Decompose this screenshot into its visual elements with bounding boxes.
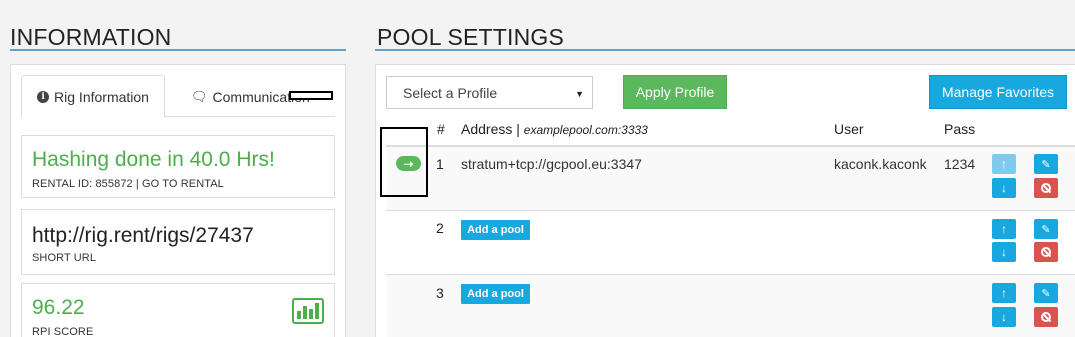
arrow-up-icon: ↑ xyxy=(1001,286,1007,300)
page-root: INFORMATION i Rig Information 🗨 Communic… xyxy=(0,0,1075,337)
pool-address: stratum+tcp://gcpool.eu:3347 xyxy=(461,156,642,172)
chat-bubble-icon: 🗨 xyxy=(191,88,208,104)
redaction-box xyxy=(289,91,333,100)
pool-pass: 1234 xyxy=(944,156,976,172)
tab-rig-information[interactable]: i Rig Information xyxy=(21,75,165,118)
manage-favorites-button[interactable]: Manage Favorites xyxy=(929,75,1067,109)
information-tabs: i Rig Information 🗨 Communication xyxy=(21,75,335,118)
edit-pool-button[interactable]: ✎ xyxy=(1034,154,1058,174)
ban-icon xyxy=(1041,247,1051,257)
highlight-box xyxy=(380,127,428,197)
row-divider xyxy=(386,210,1075,211)
edit-pool-button[interactable]: ✎ xyxy=(1034,283,1058,303)
column-header-address: Address | examplepool.com:3333 xyxy=(461,121,648,137)
arrow-up-icon: ↑ xyxy=(1001,157,1007,171)
column-header-pass: Pass xyxy=(944,121,976,137)
short-url-value[interactable]: http://rig.rent/rigs/27437 xyxy=(32,224,254,248)
short-url-label: SHORT URL xyxy=(32,252,97,264)
move-down-button[interactable]: ↓ xyxy=(992,242,1016,262)
pool-row-number: 3 xyxy=(436,285,444,301)
arrow-down-icon: ↓ xyxy=(1001,245,1007,259)
move-up-button[interactable]: ↑ xyxy=(992,219,1016,239)
information-panel: i Rig Information 🗨 Communication Hashin… xyxy=(10,64,346,337)
ban-icon xyxy=(1041,183,1051,193)
edit-icon: ✎ xyxy=(1041,158,1051,171)
bar-chart-icon xyxy=(292,298,324,324)
pool-row-number: 1 xyxy=(436,156,444,172)
information-title-underline xyxy=(10,49,346,51)
address-header-label: Address | xyxy=(461,121,520,137)
rpi-score-label: RPI SCORE xyxy=(32,326,94,337)
profile-select-value: Select a Profile xyxy=(403,85,498,101)
delete-pool-button[interactable] xyxy=(1034,178,1058,198)
move-up-button[interactable]: ↑ xyxy=(992,154,1016,174)
arrow-down-icon: ↓ xyxy=(1001,310,1007,324)
rpi-score-card: 96.22 RPI SCORE xyxy=(21,283,335,337)
caret-down-icon: ▼ xyxy=(575,89,584,99)
hashing-status: Hashing done in 40.0 Hrs! xyxy=(32,148,275,171)
pool-settings-panel: Select a Profile ▼ Apply Profile Manage … xyxy=(375,64,1075,337)
column-header-user: User xyxy=(834,121,864,137)
arrow-down-icon: ↓ xyxy=(1001,181,1007,195)
information-title: INFORMATION xyxy=(10,24,172,50)
pool-row-number: 2 xyxy=(436,220,444,236)
info-circle-icon: i xyxy=(37,90,50,103)
ban-icon xyxy=(1041,312,1051,322)
pool-settings-title-underline xyxy=(375,49,1075,51)
address-header-example: examplepool.com:3333 xyxy=(523,123,648,137)
short-url-card: http://rig.rent/rigs/27437 SHORT URL xyxy=(21,209,335,275)
move-down-button[interactable]: ↓ xyxy=(992,307,1016,327)
delete-pool-button[interactable] xyxy=(1034,307,1058,327)
tab-label: Rig Information xyxy=(54,88,149,105)
add-pool-button[interactable]: Add a pool xyxy=(461,284,530,304)
edit-icon: ✎ xyxy=(1041,223,1051,236)
rental-status-card: Hashing done in 40.0 Hrs! RENTAL ID: 855… xyxy=(21,135,335,198)
column-header-num: # xyxy=(437,121,445,137)
pool-user: kaconk.kaconk xyxy=(834,156,927,172)
apply-profile-button[interactable]: Apply Profile xyxy=(623,75,727,109)
edit-icon: ✎ xyxy=(1041,287,1051,300)
pool-settings-title: POOL SETTINGS xyxy=(377,24,565,50)
move-down-button[interactable]: ↓ xyxy=(992,178,1016,198)
rental-id-link[interactable]: RENTAL ID: 855872 | GO TO RENTAL xyxy=(32,178,224,190)
edit-pool-button[interactable]: ✎ xyxy=(1034,219,1058,239)
add-pool-button[interactable]: Add a pool xyxy=(461,220,530,240)
profile-select[interactable]: Select a Profile ▼ xyxy=(386,76,593,109)
rpi-score-value: 96.22 xyxy=(32,296,85,319)
arrow-up-icon: ↑ xyxy=(1001,222,1007,236)
delete-pool-button[interactable] xyxy=(1034,242,1058,262)
move-up-button[interactable]: ↑ xyxy=(992,283,1016,303)
